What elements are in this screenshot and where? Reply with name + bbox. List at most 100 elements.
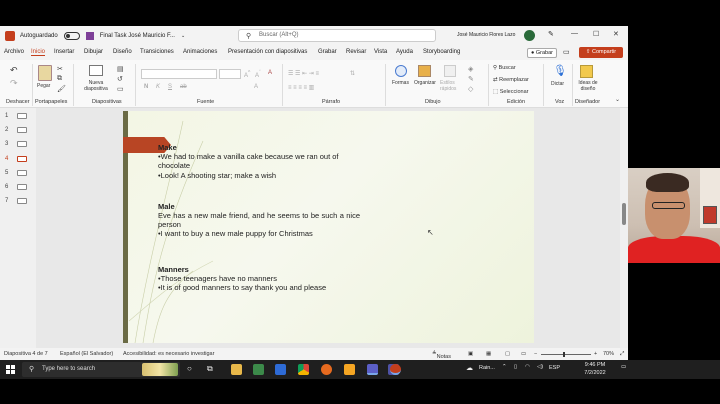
language-status[interactable]: Español (El Salvador)	[60, 351, 113, 357]
bold-button[interactable]: N	[144, 84, 148, 90]
mail-icon[interactable]	[275, 364, 286, 375]
comment-icon[interactable]: ▭	[563, 48, 570, 56]
thumbnail-5[interactable]: 5	[5, 170, 27, 176]
windows-start-icon[interactable]	[6, 365, 15, 374]
arrange-icon[interactable]	[418, 65, 431, 77]
thumbnail-1[interactable]: 1	[5, 113, 27, 119]
align-icons[interactable]: ≡ ≡ ≡ ≡ ▥	[288, 84, 314, 91]
bullets-icon[interactable]: ☰ ☰ ⇤ ⇥ ≡	[288, 70, 319, 77]
menu-diseno[interactable]: Diseño	[113, 49, 132, 55]
underline-button[interactable]: S	[168, 84, 172, 90]
chevron-down-icon[interactable]: ⌄	[181, 33, 185, 39]
avatar[interactable]	[524, 30, 535, 41]
thumbnail-7[interactable]: 7	[5, 198, 27, 204]
task-view-icon[interactable]: ○	[187, 364, 192, 373]
teams-icon[interactable]	[367, 364, 378, 375]
thumbnail-2[interactable]: 2	[5, 127, 27, 133]
zoom-in-icon[interactable]: +	[594, 351, 597, 357]
new-slide-label[interactable]: Nueva diapositiva	[82, 80, 110, 92]
zoom-slider[interactable]	[541, 352, 591, 357]
menu-archivo[interactable]: Archivo	[4, 49, 24, 55]
wifi-icon[interactable]: ◠	[525, 364, 530, 370]
chrome-icon[interactable]	[298, 364, 309, 375]
menu-vista[interactable]: Vista	[374, 49, 387, 55]
quick-styles-icon[interactable]	[444, 65, 456, 77]
clear-format-icon[interactable]: A	[268, 70, 272, 76]
font-color-button[interactable]: A	[254, 84, 258, 90]
quick-styles-label[interactable]: Estilos rápidos	[440, 80, 464, 92]
zoom-level[interactable]: 70%	[603, 351, 614, 357]
paste-icon[interactable]	[38, 65, 52, 81]
maximize-icon[interactable]: ☐	[593, 30, 599, 38]
clock-date[interactable]: 7/2/2022	[575, 370, 615, 376]
copy-icon[interactable]: ⧉	[57, 75, 62, 83]
file-explorer-icon[interactable]	[231, 364, 242, 375]
fit-slide-icon[interactable]: ⤢	[620, 351, 624, 358]
format-painter-icon[interactable]: 🖌	[57, 85, 66, 93]
network-icon[interactable]: ▯	[514, 364, 517, 370]
dictate-label[interactable]: Dictar	[551, 81, 564, 87]
text-direction-icon[interactable]: ⇅	[350, 70, 355, 77]
font-name-box[interactable]	[141, 69, 217, 79]
slideshow-icon[interactable]: ▭	[521, 351, 526, 357]
reading-view-icon[interactable]: ▢	[505, 351, 510, 357]
search-box[interactable]: ⚲ Buscar (Alt+Q)	[238, 29, 436, 42]
shape-fill-icon[interactable]: ◈	[468, 65, 473, 73]
arrange-label[interactable]: Organizar	[414, 80, 436, 86]
taskbar-search[interactable]: ⚲ Type here to search	[22, 362, 180, 377]
new-slide-icon[interactable]	[89, 65, 103, 76]
layout-icon[interactable]: ▤	[117, 65, 124, 73]
scrollbar-thumb[interactable]	[622, 203, 626, 225]
shapes-label[interactable]: Formas	[392, 80, 409, 86]
shape-effects-icon[interactable]: ◇	[468, 85, 473, 93]
record-button[interactable]: ● Grabar	[527, 48, 557, 58]
notes-button[interactable]: ≜ Notas	[432, 351, 451, 360]
zoom-out-icon[interactable]: −	[534, 351, 537, 357]
reset-icon[interactable]: ↺	[117, 75, 123, 83]
keyboard-language[interactable]: ESP	[549, 365, 560, 371]
menu-transiciones[interactable]: Transiciones	[140, 49, 174, 55]
powerpoint-taskbar-icon[interactable]	[390, 364, 401, 375]
thumbnail-3[interactable]: 3	[5, 141, 27, 147]
menu-grabar[interactable]: Grabar	[318, 49, 337, 55]
select-button[interactable]: ⬚ Seleccionar	[493, 89, 528, 95]
weather-icon[interactable]: ☁	[466, 364, 473, 372]
shrink-font-icon[interactable]: Aˇ	[255, 70, 261, 79]
menu-ayuda[interactable]: Ayuda	[396, 49, 413, 55]
shapes-icon[interactable]	[395, 65, 407, 77]
thumbnail-4[interactable]: 4	[5, 156, 27, 162]
volume-icon[interactable]: ◁)	[537, 364, 543, 370]
tray-chevron-icon[interactable]: ⌃	[502, 364, 507, 370]
save-icon[interactable]	[85, 32, 94, 40]
undo-icon[interactable]: ↶	[10, 65, 18, 76]
find-button[interactable]: ⚲ Buscar	[493, 65, 516, 71]
cut-icon[interactable]: ✂	[57, 65, 63, 73]
accessibility-status[interactable]: Accesibilidad: es necesario investigar	[123, 351, 214, 357]
replace-button[interactable]: ⇄ Reemplazar	[493, 77, 529, 83]
menu-inicio[interactable]: Inicio	[31, 49, 46, 56]
vertical-scrollbar[interactable]	[620, 108, 628, 348]
normal-view-icon[interactable]: ▣	[468, 351, 473, 357]
autosave-toggle[interactable]	[63, 32, 80, 40]
minimize-icon[interactable]: —	[571, 30, 578, 37]
store-icon[interactable]	[253, 364, 264, 375]
menu-revisar[interactable]: Revisar	[346, 49, 366, 55]
menu-animaciones[interactable]: Animaciones	[183, 49, 217, 55]
section-icon[interactable]: ▭	[117, 85, 124, 93]
menu-insertar[interactable]: Insertar	[54, 49, 74, 55]
font-size-box[interactable]	[219, 69, 241, 79]
italic-button[interactable]: K	[156, 84, 160, 90]
slide-sorter-icon[interactable]: ▦	[486, 351, 491, 357]
collapse-ribbon-icon[interactable]: ⌄	[615, 96, 620, 103]
slide-canvas[interactable]: Make •We had to make a vanilla cake beca…	[123, 111, 534, 343]
microphone-icon[interactable]: 🎙	[553, 64, 567, 77]
strikethrough-button[interactable]: ab	[180, 84, 187, 90]
app-icon[interactable]	[344, 364, 355, 375]
notifications-icon[interactable]: ▭	[621, 364, 626, 370]
weather-text[interactable]: Rain...	[479, 365, 495, 371]
paste-label[interactable]: Pegar	[37, 83, 50, 89]
design-ideas-label[interactable]: Ideas de diseño	[576, 80, 600, 92]
widgets-icon[interactable]: ⧉	[207, 364, 213, 374]
close-icon[interactable]: ✕	[613, 30, 619, 38]
thumbnail-6[interactable]: 6	[5, 184, 27, 190]
